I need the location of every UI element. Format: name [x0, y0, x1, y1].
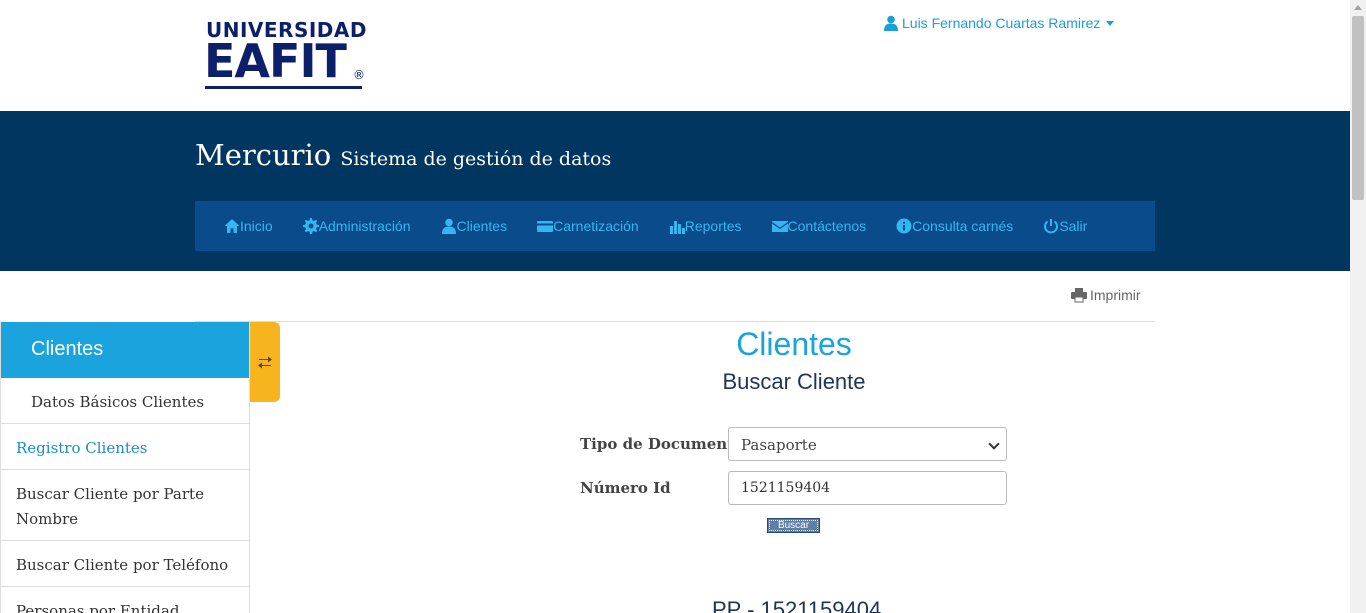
info-icon [896, 218, 912, 234]
page-title: Clientes [736, 326, 852, 362]
sidebar: Clientes Datos Básicos Clientes Registro… [0, 322, 250, 613]
user-icon [884, 15, 898, 31]
site-banner: Mercurio Sistema de gestión de datos Ini… [0, 111, 1350, 271]
eafit-logo: UNIVERSIDAD EAFIT ® [204, 18, 367, 90]
nav-item-inicio[interactable]: Inicio [224, 218, 273, 234]
user-icon [441, 218, 456, 234]
sidebar-toggle[interactable] [250, 322, 280, 402]
nav-item-contactenos[interactable]: Contáctenos [771, 218, 867, 234]
print-button[interactable]: Imprimir [1071, 287, 1141, 303]
doc-type-value: Pasaporte [741, 436, 817, 454]
nav-label: Carnetización [553, 218, 639, 234]
sidebar-header: Clientes [1, 322, 249, 378]
sidebar-item-personas-entidad[interactable]: Personas por Entidad [1, 587, 249, 613]
home-icon [224, 219, 240, 233]
app-title-main: Mercurio [195, 138, 332, 172]
nav-label: Administración [318, 218, 411, 234]
envelope-icon [771, 221, 788, 232]
bar-chart-icon [669, 221, 685, 234]
card-icon [537, 221, 554, 232]
nav-label: Consulta carnés [912, 218, 1014, 234]
chevron-down-icon [988, 438, 1000, 450]
power-icon [1044, 219, 1059, 234]
gear-icon [302, 218, 319, 234]
nav-item-salir[interactable]: Salir [1043, 218, 1087, 234]
main-nav: Inicio Administración Clientes Carnetiza… [195, 201, 1155, 251]
user-name: Luis Fernando Cuartas Ramirez [902, 15, 1101, 31]
logo-underline [205, 86, 362, 89]
page-subtitle: Buscar Cliente [722, 369, 866, 394]
scroll-up-arrow[interactable] [1354, 5, 1362, 10]
id-label: Número Id [580, 479, 671, 497]
user-menu[interactable]: Luis Fernando Cuartas Ramirez [883, 15, 1115, 31]
nav-item-consulta-carnes[interactable]: Consulta carnés [896, 218, 1013, 234]
print-label: Imprimir [1090, 287, 1141, 303]
nav-label: Salir [1059, 218, 1088, 234]
page-scrollbar[interactable] [1350, 0, 1366, 613]
chevron-down-icon [1106, 20, 1115, 26]
divider [195, 321, 1155, 322]
nav-item-administracion[interactable]: Administración [302, 218, 411, 234]
sidebar-item-buscar-parte-nombre[interactable]: Buscar Cliente por Parte Nombre [1, 470, 249, 541]
nav-item-carnetizacion[interactable]: Carnetización [537, 218, 639, 234]
nav-item-clientes[interactable]: Clientes [441, 218, 508, 234]
logo-registered-mark: ® [353, 68, 365, 82]
nav-label: Clientes [456, 218, 508, 234]
nav-label: Contáctenos [787, 218, 867, 234]
sidebar-item-registro-clientes[interactable]: Registro Clientes [1, 424, 249, 470]
sidebar-item-datos-basicos[interactable]: Datos Básicos Clientes [1, 378, 249, 424]
result-title: PP - 1521159404 [712, 597, 882, 613]
search-button[interactable]: Buscar [767, 518, 820, 533]
app-title: Mercurio Sistema de gestión de datos [195, 138, 611, 172]
nav-label: Inicio [240, 218, 273, 234]
logo-line2: EAFIT [204, 34, 347, 88]
app-title-sub: Sistema de gestión de datos [340, 148, 612, 170]
id-number-input[interactable]: 1521159404 [728, 471, 1007, 505]
printer-icon [1071, 288, 1087, 303]
swap-arrows-icon [258, 356, 272, 369]
scrollbar-thumb[interactable] [1352, 16, 1364, 200]
doc-type-label: Tipo de Documento [580, 435, 745, 453]
sidebar-item-buscar-telefono[interactable]: Buscar Cliente por Teléfono [1, 541, 249, 587]
doc-type-select[interactable]: Pasaporte [728, 427, 1007, 461]
nav-item-reportes[interactable]: Reportes [669, 218, 742, 234]
nav-label: Reportes [684, 218, 742, 234]
